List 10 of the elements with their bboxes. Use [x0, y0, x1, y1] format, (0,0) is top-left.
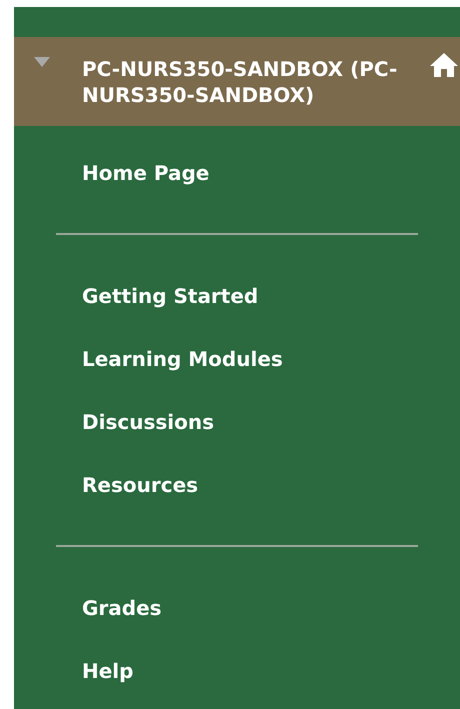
- course-title: PC-NURS350-SANDBOX (PC-NURS350-SANDBOX): [82, 56, 398, 108]
- menu-link[interactable]: Grades: [82, 592, 162, 622]
- menu-link[interactable]: Help: [82, 656, 134, 686]
- course-header[interactable]: PC-NURS350-SANDBOX (PC-NURS350-SANDBOX): [14, 37, 460, 126]
- home-icon[interactable]: [429, 52, 459, 78]
- menu-link[interactable]: Home Page: [82, 158, 210, 188]
- menu-link[interactable]: Getting Started: [82, 280, 258, 310]
- menu-link[interactable]: Resources: [82, 470, 198, 500]
- menu-link[interactable]: Learning Modules: [82, 344, 283, 374]
- menu-link[interactable]: Discussions: [82, 406, 214, 436]
